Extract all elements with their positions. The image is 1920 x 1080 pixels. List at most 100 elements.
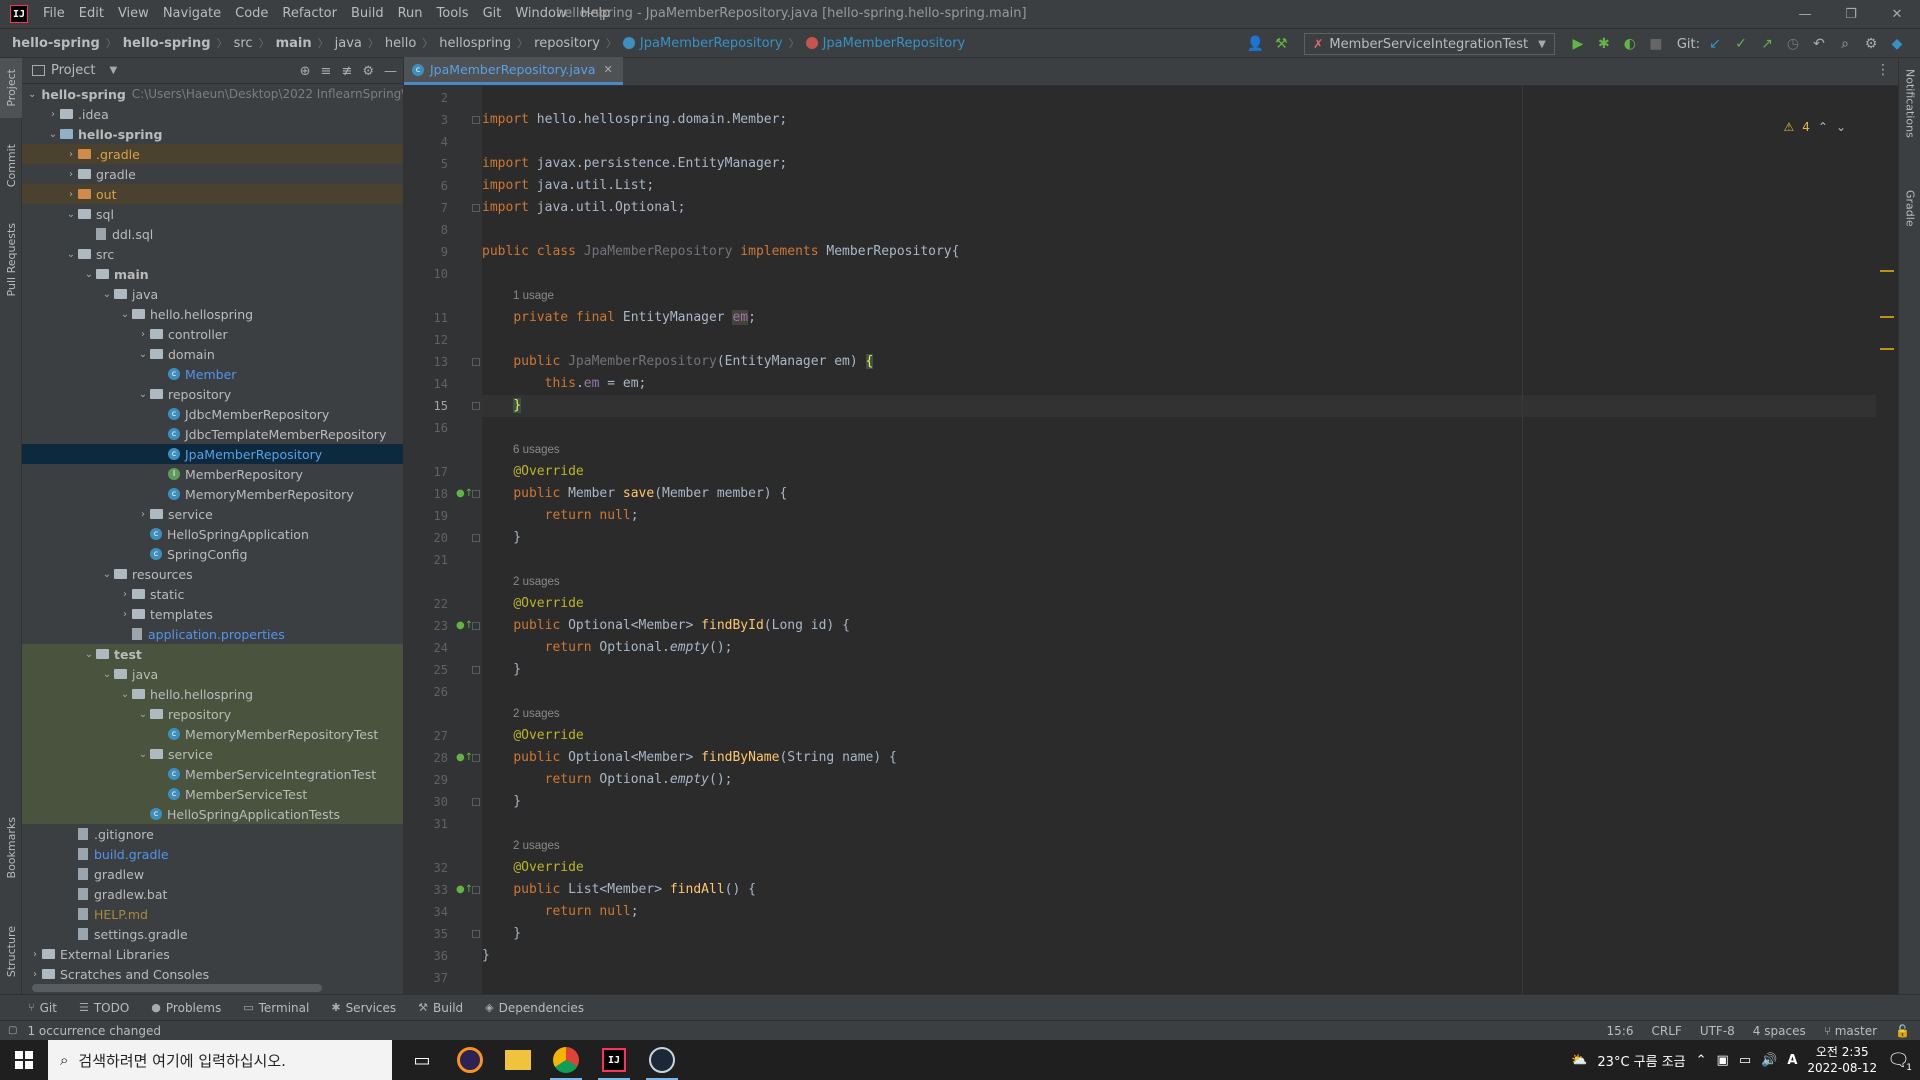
horizontal-scrollbar[interactable] <box>32 984 322 992</box>
gear-icon[interactable]: ⚙ <box>362 64 374 79</box>
tab-pull-requests[interactable]: Pull Requests <box>0 210 22 310</box>
menu-item-run[interactable]: Run <box>391 0 430 28</box>
usage-hint[interactable]: 2 usages <box>513 835 560 857</box>
rollback-icon[interactable]: ↶ <box>1808 33 1830 55</box>
chevron-down-icon[interactable]: ⌄ <box>28 89 36 100</box>
windows-start-button[interactable] <box>0 1040 48 1080</box>
breadcrumb-item[interactable]: src <box>234 36 253 51</box>
tree-item[interactable]: ⌄ src <box>22 244 403 264</box>
editor-vertical-scrollbar[interactable] <box>1876 86 1898 994</box>
breadcrumb-item[interactable]: main <box>276 36 312 51</box>
tree-item[interactable]: c HelloSpringApplication <box>22 524 403 544</box>
code-line[interactable]: @Override <box>482 461 583 483</box>
locate-file-icon[interactable]: ⊕ <box>300 64 311 79</box>
usage-hint[interactable]: 1 usage <box>513 285 554 307</box>
menu-item-tools[interactable]: Tools <box>430 0 476 28</box>
menu-item-refactor[interactable]: Refactor <box>275 0 344 28</box>
tree-item[interactable]: ⌄ domain <box>22 344 403 364</box>
steam-app-icon[interactable] <box>638 1040 686 1080</box>
fold-marker-icon[interactable] <box>472 886 480 894</box>
fold-marker-icon[interactable] <box>472 116 480 124</box>
chevron-down-icon[interactable]: ⌄ <box>82 649 96 660</box>
intellij-app-icon[interactable]: IJ <box>590 1040 638 1080</box>
tree-item[interactable]: gradlew <box>22 864 403 884</box>
tree-item[interactable]: › External Libraries <box>22 944 403 964</box>
run-config-selector[interactable]: ✗ MemberServiceIntegrationTest ▼ <box>1304 33 1555 55</box>
tree-item[interactable]: c MemoryMemberRepository <box>22 484 403 504</box>
tree-item[interactable]: › static <box>22 584 403 604</box>
fold-marker-icon[interactable] <box>472 204 480 212</box>
file-encoding[interactable]: UTF-8 <box>1700 1024 1735 1038</box>
chevron-down-icon[interactable]: ⌄ <box>100 569 114 580</box>
tree-item[interactable]: c MemberServiceIntegrationTest <box>22 764 403 784</box>
implements-method-icon[interactable]: ●↑ <box>456 752 473 763</box>
code-line[interactable]: import java.util.Optional; <box>482 197 686 219</box>
weather-icon[interactable]: ⛅ <box>1571 1053 1587 1068</box>
code-line[interactable]: return null; <box>482 901 639 923</box>
code-line[interactable]: import javax.persistence.EntityManager; <box>482 153 787 175</box>
editor-tab-jpa-member-repository[interactable]: c JpaMemberRepository.java ✕ <box>404 57 623 85</box>
code-line[interactable]: return null; <box>482 505 639 527</box>
code-line[interactable]: } <box>482 659 521 681</box>
run-icon[interactable]: ▶ <box>1567 33 1589 55</box>
lock-icon[interactable]: 🔓 <box>1895 1024 1910 1038</box>
weather-text[interactable]: 23°C 구름 조금 <box>1597 1051 1685 1070</box>
tab-commit[interactable]: Commit <box>0 136 22 196</box>
tree-item[interactable]: c SpringConfig <box>22 544 403 564</box>
chevron-right-icon[interactable]: › <box>64 169 78 180</box>
chevron-right-icon[interactable]: › <box>64 149 78 160</box>
code-line[interactable]: } <box>482 395 522 417</box>
tool-window-problems[interactable]: ● Problems <box>151 1001 221 1015</box>
tree-item[interactable]: HELP.md <box>22 904 403 924</box>
tree-item[interactable]: gradlew.bat <box>22 884 403 904</box>
warning-stripe[interactable] <box>1880 316 1894 318</box>
notification-center-icon[interactable]: 🗨 1 <box>1887 1050 1912 1073</box>
implements-method-icon[interactable]: ●↑ <box>456 884 473 895</box>
code-line[interactable]: public Optional<Member> findByName(Strin… <box>482 747 897 769</box>
chevron-right-icon[interactable]: › <box>64 189 78 200</box>
project-panel-title[interactable]: Project <box>51 63 95 78</box>
intellij-logo-icon[interactable]: IJ <box>10 5 28 23</box>
tree-item[interactable]: I MemberRepository <box>22 464 403 484</box>
tab-gradle[interactable]: Gradle <box>1899 178 1920 238</box>
tree-item[interactable]: c JdbcTemplateMemberRepository <box>22 424 403 444</box>
tree-item[interactable]: c JdbcMemberRepository <box>22 404 403 424</box>
tree-item[interactable]: ⌄ hello-spring C:\Users\Haeun\Desktop\2022… <box>22 84 403 104</box>
tab-bookmarks[interactable]: Bookmarks <box>0 808 22 888</box>
tree-item[interactable]: › service <box>22 504 403 524</box>
tree-item[interactable]: settings.gradle <box>22 924 403 944</box>
code-line[interactable]: import java.util.List; <box>482 175 654 197</box>
code-line[interactable]: public List<Member> findAll() { <box>482 879 756 901</box>
chevron-down-icon[interactable]: ⌄ <box>118 309 132 320</box>
tree-item[interactable]: ⌄ test <box>22 644 403 664</box>
menu-item-file[interactable]: File <box>36 0 72 28</box>
status-panel-icon[interactable]: ▢ <box>8 1025 17 1036</box>
tree-item[interactable]: › controller <box>22 324 403 344</box>
caret-position[interactable]: 15:6 <box>1607 1024 1634 1038</box>
code-line[interactable]: } <box>482 923 521 945</box>
git-commit-icon[interactable]: ✓ <box>1730 33 1752 55</box>
volume-icon[interactable]: 🔊 <box>1761 1053 1777 1068</box>
tree-item[interactable]: › Scratches and Consoles <box>22 964 403 984</box>
taskbar-search-box[interactable]: ⌕ 검색하려면 여기에 입력하십시오. <box>48 1040 392 1080</box>
chevron-down-icon[interactable]: ⌄ <box>1836 120 1846 134</box>
clock[interactable]: 오전 2:35 2022-08-12 <box>1807 1044 1877 1076</box>
tree-item[interactable]: ⌄ hello-spring <box>22 124 403 144</box>
tree-item[interactable]: ⌄ resources <box>22 564 403 584</box>
usage-hint[interactable]: 2 usages <box>513 703 560 725</box>
code-line[interactable]: return Optional.empty(); <box>482 637 733 659</box>
expand-all-icon[interactable]: ≡ <box>321 64 332 79</box>
menu-item-view[interactable]: View <box>111 0 156 28</box>
tree-item[interactable]: ⌄ service <box>22 744 403 764</box>
tree-item[interactable]: ⌄ java <box>22 664 403 684</box>
tree-item[interactable]: .gitignore <box>22 824 403 844</box>
breadcrumb-item[interactable]: JpaMemberRepository <box>805 36 965 51</box>
chevron-right-icon[interactable]: › <box>118 609 132 620</box>
code-line[interactable]: return Optional.empty(); <box>482 769 733 791</box>
code-line[interactable]: public Optional<Member> findById(Long id… <box>482 615 850 637</box>
warning-stripe[interactable] <box>1880 270 1894 272</box>
tree-item[interactable]: ⌄ hello.hellospring <box>22 304 403 324</box>
inspection-widget[interactable]: ⚠ 4 ⌃ ⌄ <box>1783 120 1846 134</box>
fold-marker-icon[interactable] <box>472 402 480 410</box>
chevron-down-icon[interactable]: ▼ <box>109 65 117 76</box>
